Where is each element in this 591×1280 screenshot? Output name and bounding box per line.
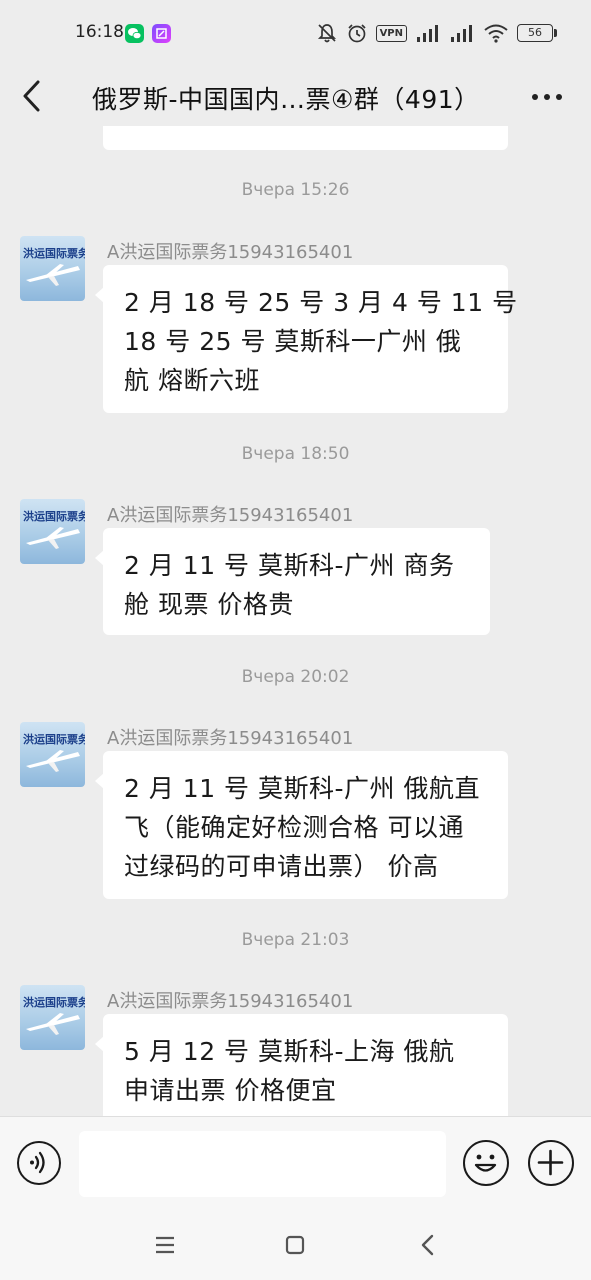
previous-message-bubble[interactable] bbox=[103, 126, 508, 150]
wifi-icon bbox=[484, 24, 508, 43]
message-line: 2 月 18 号 25 号 3 月 4 号 11 号 bbox=[124, 288, 518, 317]
message-line: 2 月 11 号 莫斯科-广州 商务 bbox=[124, 551, 455, 580]
airplane-icon bbox=[26, 750, 80, 772]
signal-hd-icon bbox=[451, 25, 472, 42]
plus-button[interactable] bbox=[528, 1140, 574, 1186]
avatar[interactable]: 洪运国际票务 bbox=[20, 236, 85, 301]
system-nav-bar bbox=[0, 1210, 591, 1280]
voice-icon bbox=[30, 1151, 45, 1174]
app-notification-icon bbox=[152, 24, 171, 43]
message-timestamp: Вчера 15:26 bbox=[241, 180, 350, 200]
menu-icon bbox=[156, 1236, 174, 1254]
avatar[interactable]: 洪运国际票务 bbox=[20, 985, 85, 1050]
message-line: 舱 现票 价格贵 bbox=[124, 590, 294, 619]
message-list[interactable]: Вчера 15:26 洪运国际票务 A洪运国际票务15943165401 2 … bbox=[0, 126, 591, 1116]
emoji-button[interactable] bbox=[463, 1140, 509, 1186]
airplane-icon bbox=[26, 527, 80, 549]
signal-icon bbox=[417, 25, 438, 42]
home-button[interactable] bbox=[277, 1228, 313, 1262]
airplane-icon bbox=[26, 264, 80, 286]
message-line: 航 熔断六班 bbox=[124, 366, 260, 395]
back-icon bbox=[421, 1234, 434, 1256]
emoji-icon bbox=[474, 1154, 497, 1172]
chat-title: 俄罗斯-中国国内…票④群（491） bbox=[92, 85, 480, 114]
message-line: 18 号 25 号 莫斯科一广州 俄 bbox=[124, 327, 462, 356]
message-input[interactable] bbox=[79, 1131, 446, 1197]
status-bar: 16:18 VPN 56 bbox=[0, 0, 591, 66]
message-line: 飞（能确定好检测合格 可以通 bbox=[124, 813, 464, 842]
back-button[interactable] bbox=[18, 78, 48, 114]
message-bubble[interactable]: 5 月 12 号 莫斯科-上海 俄航 申请出票 价格便宜 bbox=[95, 1014, 508, 1116]
sender-name: A洪运国际票务15943165401 bbox=[107, 991, 354, 1012]
chat-header: 俄罗斯-中国国内…票④群（491） bbox=[0, 66, 591, 126]
status-time: 16:18 bbox=[75, 22, 124, 42]
status-icons: VPN 56 bbox=[316, 22, 557, 44]
battery-icon: 56 bbox=[517, 24, 557, 42]
mute-icon bbox=[317, 24, 336, 43]
avatar[interactable]: 洪运国际票务 bbox=[20, 499, 85, 564]
recents-button[interactable] bbox=[147, 1228, 183, 1262]
sender-name: A洪运国际票务15943165401 bbox=[107, 505, 354, 526]
message-bubble[interactable]: 2 月 18 号 25 号 3 月 4 号 11 号 18 号 25 号 莫斯科… bbox=[95, 265, 518, 413]
message-line: 过绿码的可申请出票） 价高 bbox=[124, 852, 439, 881]
sender-name: A洪运国际票务15943165401 bbox=[107, 242, 354, 263]
input-bar bbox=[0, 1116, 591, 1211]
message-bubble[interactable]: 2 月 11 号 莫斯科-广州 商务 舱 现票 价格贵 bbox=[95, 528, 490, 635]
airplane-icon bbox=[26, 1013, 80, 1035]
vpn-icon: VPN bbox=[375, 24, 407, 42]
message-line: 5 月 12 号 莫斯科-上海 俄航 bbox=[124, 1037, 455, 1066]
wechat-icon bbox=[125, 24, 144, 43]
more-button[interactable] bbox=[527, 82, 567, 112]
chevron-left-icon bbox=[23, 80, 40, 112]
more-dots-icon bbox=[532, 94, 562, 100]
avatar[interactable]: 洪运国际票务 bbox=[20, 722, 85, 787]
message-timestamp: Вчера 20:02 bbox=[241, 667, 350, 687]
alarm-icon bbox=[347, 24, 366, 43]
message-timestamp: Вчера 18:50 bbox=[241, 444, 350, 464]
message-line: 申请出票 价格便宜 bbox=[124, 1076, 337, 1105]
voice-button[interactable] bbox=[17, 1141, 61, 1185]
message-bubble[interactable]: 2 月 11 号 莫斯科-广州 俄航直 飞（能确定好检测合格 可以通 过绿码的可… bbox=[95, 751, 508, 899]
sender-name: A洪运国际票务15943165401 bbox=[107, 728, 354, 749]
home-icon bbox=[285, 1235, 305, 1255]
nav-back-button[interactable] bbox=[410, 1228, 446, 1262]
plus-icon bbox=[537, 1149, 564, 1176]
message-line: 2 月 11 号 莫斯科-广州 俄航直 bbox=[124, 774, 480, 803]
message-timestamp: Вчера 21:03 bbox=[241, 930, 350, 950]
